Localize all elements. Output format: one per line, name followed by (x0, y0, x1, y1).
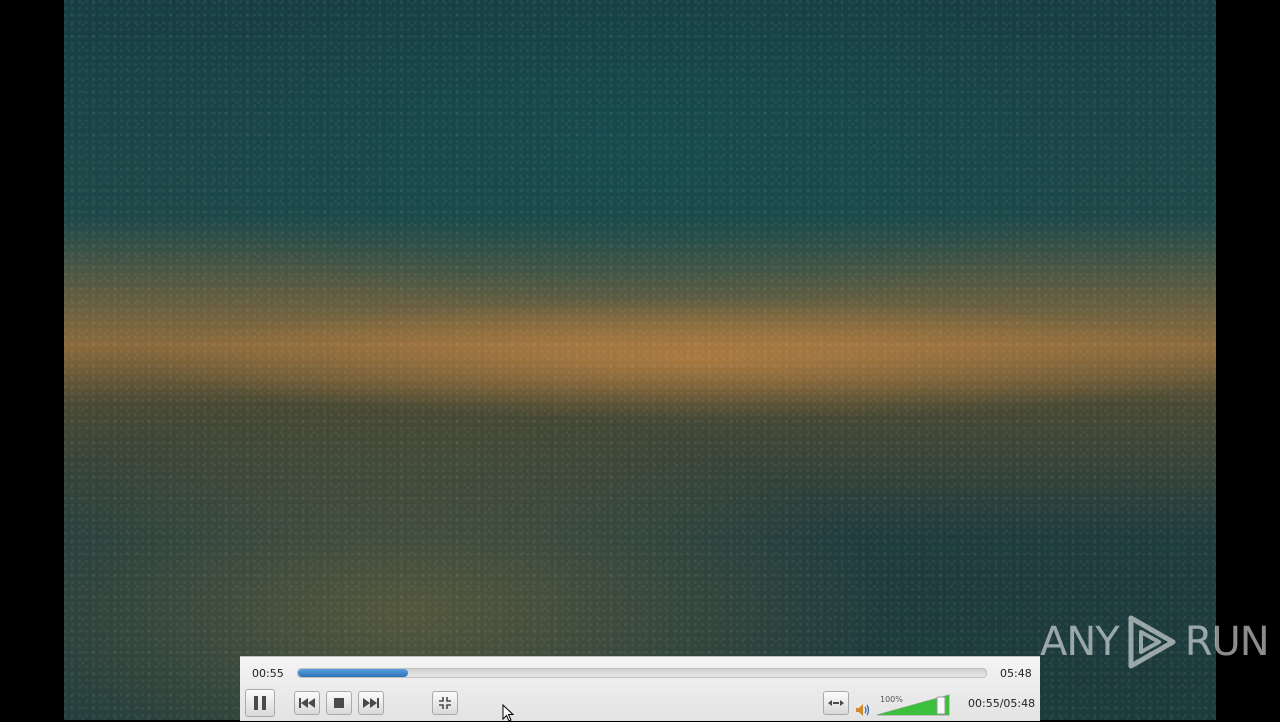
next-button[interactable] (358, 691, 384, 715)
volume-slider[interactable]: 100% (876, 694, 951, 716)
anyrun-watermark: ANY RUN (1040, 612, 1270, 672)
seek-progress (298, 669, 409, 677)
previous-icon (299, 698, 315, 708)
volume-percent: 100% (880, 695, 903, 704)
watermark-play-logo-icon (1128, 615, 1176, 669)
fullscreen-exit-icon (439, 697, 451, 709)
elapsed-time: 00:55 (252, 667, 284, 680)
total-time: 05:48 (1000, 667, 1032, 680)
pause-icon (254, 696, 266, 710)
previous-button[interactable] (294, 691, 320, 715)
pause-button[interactable] (245, 689, 275, 717)
mute-button[interactable] (855, 702, 871, 721)
stop-button[interactable] (326, 691, 352, 715)
watermark-text-left: ANY (1040, 619, 1120, 665)
watermark-text-right: RUN (1184, 619, 1270, 665)
stop-icon (334, 698, 344, 708)
extended-settings-button[interactable] (823, 691, 849, 715)
time-position-label: 00:55/05:48 (968, 697, 1036, 710)
speaker-icon (856, 704, 870, 716)
fullscreen-controller: 00:55 05:48 100% 00:55/05:48 (240, 656, 1040, 721)
seek-slider[interactable] (297, 668, 987, 678)
mouse-cursor-icon (502, 704, 514, 722)
fullscreen-toggle-button[interactable] (432, 691, 458, 715)
extended-settings-icon (828, 700, 844, 706)
next-icon (363, 698, 379, 708)
